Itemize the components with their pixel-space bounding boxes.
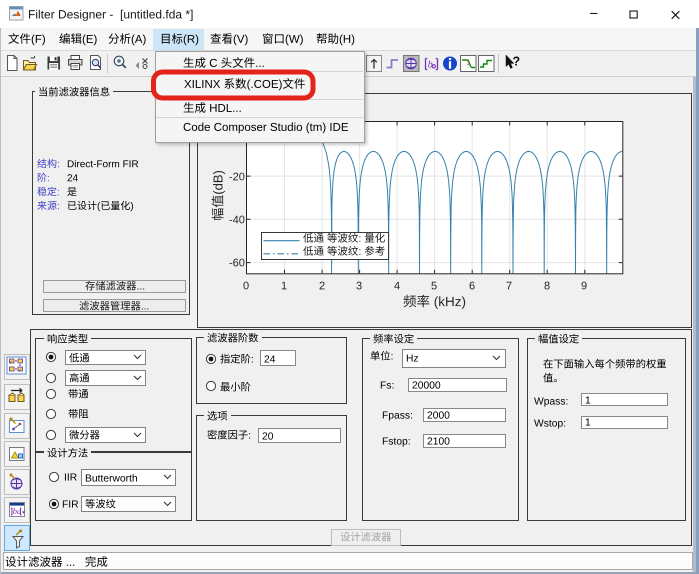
svg-text:b: b: [427, 60, 432, 71]
svg-text:?: ?: [512, 55, 520, 69]
svg-text:ba: ba: [13, 506, 21, 516]
